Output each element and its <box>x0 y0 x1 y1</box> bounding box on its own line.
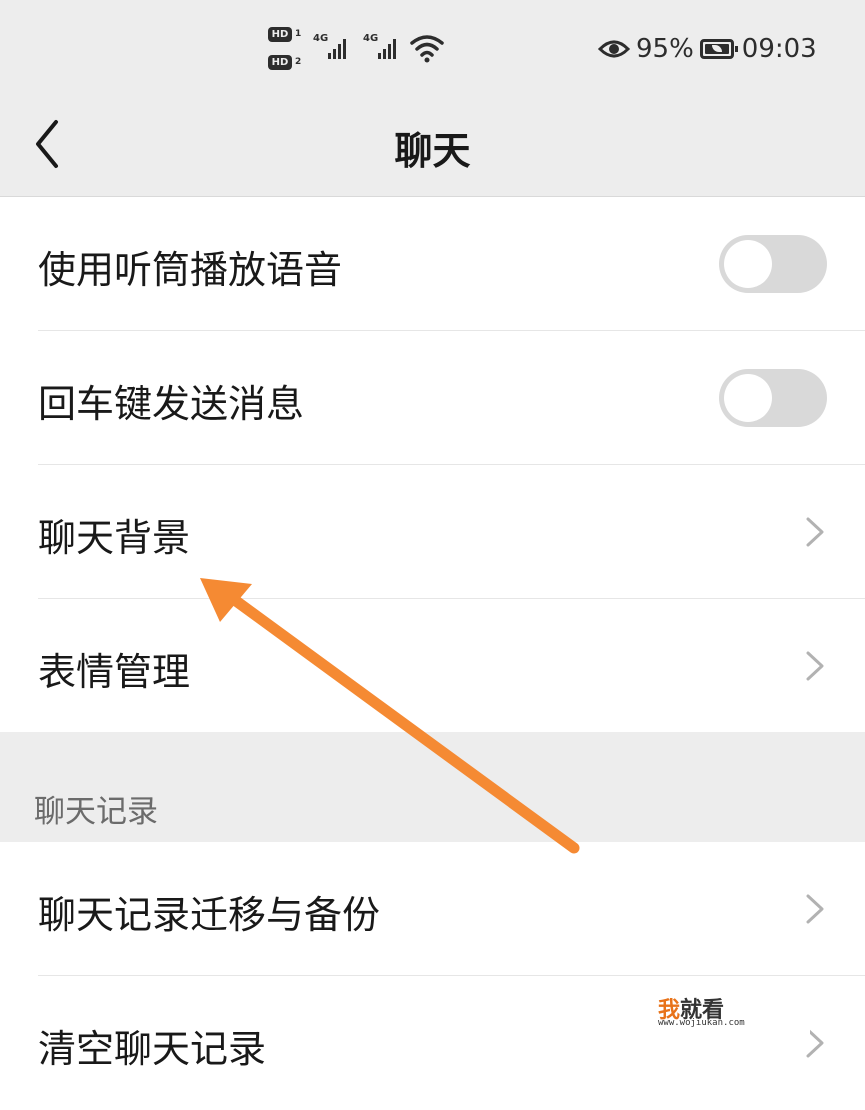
hd-badge-1: HD <box>268 27 292 42</box>
earpiece-label: 使用听筒播放语音 <box>38 248 343 292</box>
settings-row-enter-send[interactable]: 回车键发送消息 <box>0 331 865 465</box>
section-title: 聊天记录 <box>34 794 158 830</box>
sim-2-index: 2 <box>295 57 302 67</box>
clock: 09:03 <box>741 34 817 64</box>
earpiece-toggle[interactable] <box>719 235 827 293</box>
watermark: 我就看 www.wojiukan.com <box>570 976 810 1046</box>
chevron-right-icon <box>806 894 824 924</box>
chevron-right-icon <box>806 651 824 681</box>
watermark-url: www.wojiukan.com <box>658 1018 745 1028</box>
signal-bars-2-icon <box>378 37 400 59</box>
settings-row-migrate-backup[interactable]: 聊天记录迁移与备份 <box>0 842 865 976</box>
chat-history-section-header: 聊天记录 <box>0 732 865 842</box>
settings-row-stickers[interactable]: 表情管理 <box>0 599 865 733</box>
migrate-label: 聊天记录迁移与备份 <box>38 893 381 937</box>
network-label-1: 4G <box>313 33 329 44</box>
enter-send-toggle[interactable] <box>719 369 827 427</box>
status-bar: HD 1 HD 2 4G 4G 95% 09:03 <box>0 0 865 96</box>
signal-bars-1-icon <box>328 37 350 59</box>
chevron-right-icon <box>806 517 824 547</box>
nav-bar: 聊天 <box>0 96 865 197</box>
hd-badge-2: HD <box>268 55 292 70</box>
background-label: 聊天背景 <box>38 516 191 560</box>
page-title: 聊天 <box>394 129 471 173</box>
status-right: 95% 09:03 <box>598 33 817 65</box>
toggle-knob <box>724 240 772 288</box>
stickers-label: 表情管理 <box>38 650 191 694</box>
eye-icon <box>598 40 630 58</box>
chat-settings-group: 使用听筒播放语音 回车键发送消息 聊天背景 表情管理 <box>0 197 865 733</box>
battery-percent: 95% <box>636 34 694 64</box>
enter-send-label: 回车键发送消息 <box>38 382 305 426</box>
wifi-icon <box>410 35 444 63</box>
toggle-knob <box>724 374 772 422</box>
battery-icon <box>699 39 738 59</box>
settings-row-earpiece[interactable]: 使用听筒播放语音 <box>0 197 865 331</box>
network-label-2: 4G <box>363 33 379 44</box>
sim-1-index: 1 <box>295 29 302 39</box>
settings-row-background[interactable]: 聊天背景 <box>0 465 865 599</box>
